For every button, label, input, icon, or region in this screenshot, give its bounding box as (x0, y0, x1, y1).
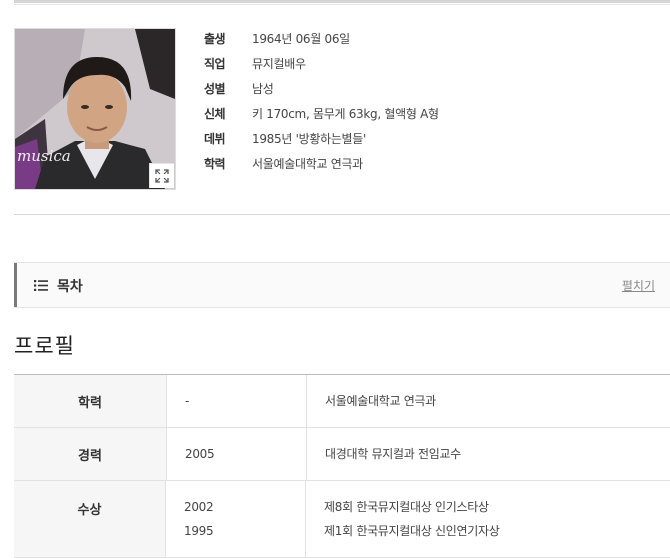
info-value: 서울예술대학교 연극과 (252, 157, 363, 171)
info-row-body: 신체 키 170cm, 몸무게 63kg, 혈액형 A형 (204, 101, 439, 126)
profile-table: 학력 - 서울예술대학교 연극과 경력 2005 대경대학 뮤지컬과 전임교수 … (14, 374, 670, 558)
list-icon (34, 280, 48, 291)
info-label: 출생 (204, 32, 226, 46)
expand-photo-button[interactable] (149, 163, 174, 188)
info-label: 신체 (204, 107, 226, 121)
section-title: 프로필 (14, 334, 75, 358)
year-cell: 2005 (167, 428, 307, 480)
top-border (14, 0, 670, 3)
info-value: 1985년 '방황하는별들' (252, 132, 367, 146)
expand-icon (155, 169, 169, 183)
section-divider (14, 214, 670, 215)
year-cell: - (167, 375, 307, 427)
info-row-debut: 데뷔 1985년 '방황하는별들' (204, 126, 439, 151)
table-of-contents: 목차 펼치기 (14, 262, 670, 308)
year-value: 1995 (184, 524, 214, 538)
toc-expand-link[interactable]: 펼치기 (622, 277, 655, 294)
profile-info: 출생 1964년 06월 06일 직업 뮤지컬배우 성별 남성 신체 키 170… (204, 26, 439, 176)
info-row-job: 직업 뮤지컬배우 (204, 51, 439, 76)
info-row-education: 학력 서울예술대학교 연극과 (204, 151, 439, 176)
info-value: 남성 (252, 82, 274, 96)
year-value: - (185, 394, 190, 408)
top-border-inner (14, 4, 670, 5)
info-label: 직업 (204, 57, 226, 71)
info-value: 키 170cm, 몸무게 63kg, 혈액형 A형 (252, 107, 439, 121)
info-row-birth: 출생 1964년 06월 06일 (204, 26, 439, 51)
desc-value: 서울예술대학교 연극과 (325, 394, 436, 408)
year-cell: 2002 1995 (166, 481, 306, 557)
photo-caption: musica (17, 147, 71, 165)
row-header: 학력 (14, 375, 167, 427)
table-row: 경력 2005 대경대학 뮤지컬과 전임교수 (14, 428, 670, 481)
year-value: 2005 (185, 447, 215, 461)
info-label: 데뷔 (204, 132, 226, 146)
info-row-gender: 성별 남성 (204, 76, 439, 101)
desc-value: 제1회 한국뮤지컬대상 신인연기자상 (324, 524, 500, 538)
info-value: 뮤지컬배우 (252, 57, 306, 71)
row-header: 경력 (14, 428, 167, 480)
info-value: 1964년 06월 06일 (252, 32, 350, 46)
toc-accent-bar (14, 263, 17, 307)
desc-cell: 대경대학 뮤지컬과 전임교수 (307, 428, 670, 480)
desc-cell: 서울예술대학교 연극과 (307, 375, 670, 427)
desc-value: 제8회 한국뮤지컬대상 인기스타상 (324, 500, 489, 514)
profile-photo[interactable]: musica (14, 28, 176, 190)
row-header: 수상 (14, 481, 166, 557)
desc-cell: 제8회 한국뮤지컬대상 인기스타상 제1회 한국뮤지컬대상 신인연기자상 (306, 481, 670, 557)
table-row: 학력 - 서울예술대학교 연극과 (14, 375, 670, 428)
toc-title: 목차 (57, 279, 83, 295)
info-label: 학력 (204, 157, 226, 171)
table-row: 수상 2002 1995 제8회 한국뮤지컬대상 인기스타상 제1회 한국뮤지컬… (14, 481, 670, 558)
info-label: 성별 (204, 82, 226, 96)
desc-value: 대경대학 뮤지컬과 전임교수 (325, 447, 461, 461)
year-value: 2002 (184, 500, 214, 514)
